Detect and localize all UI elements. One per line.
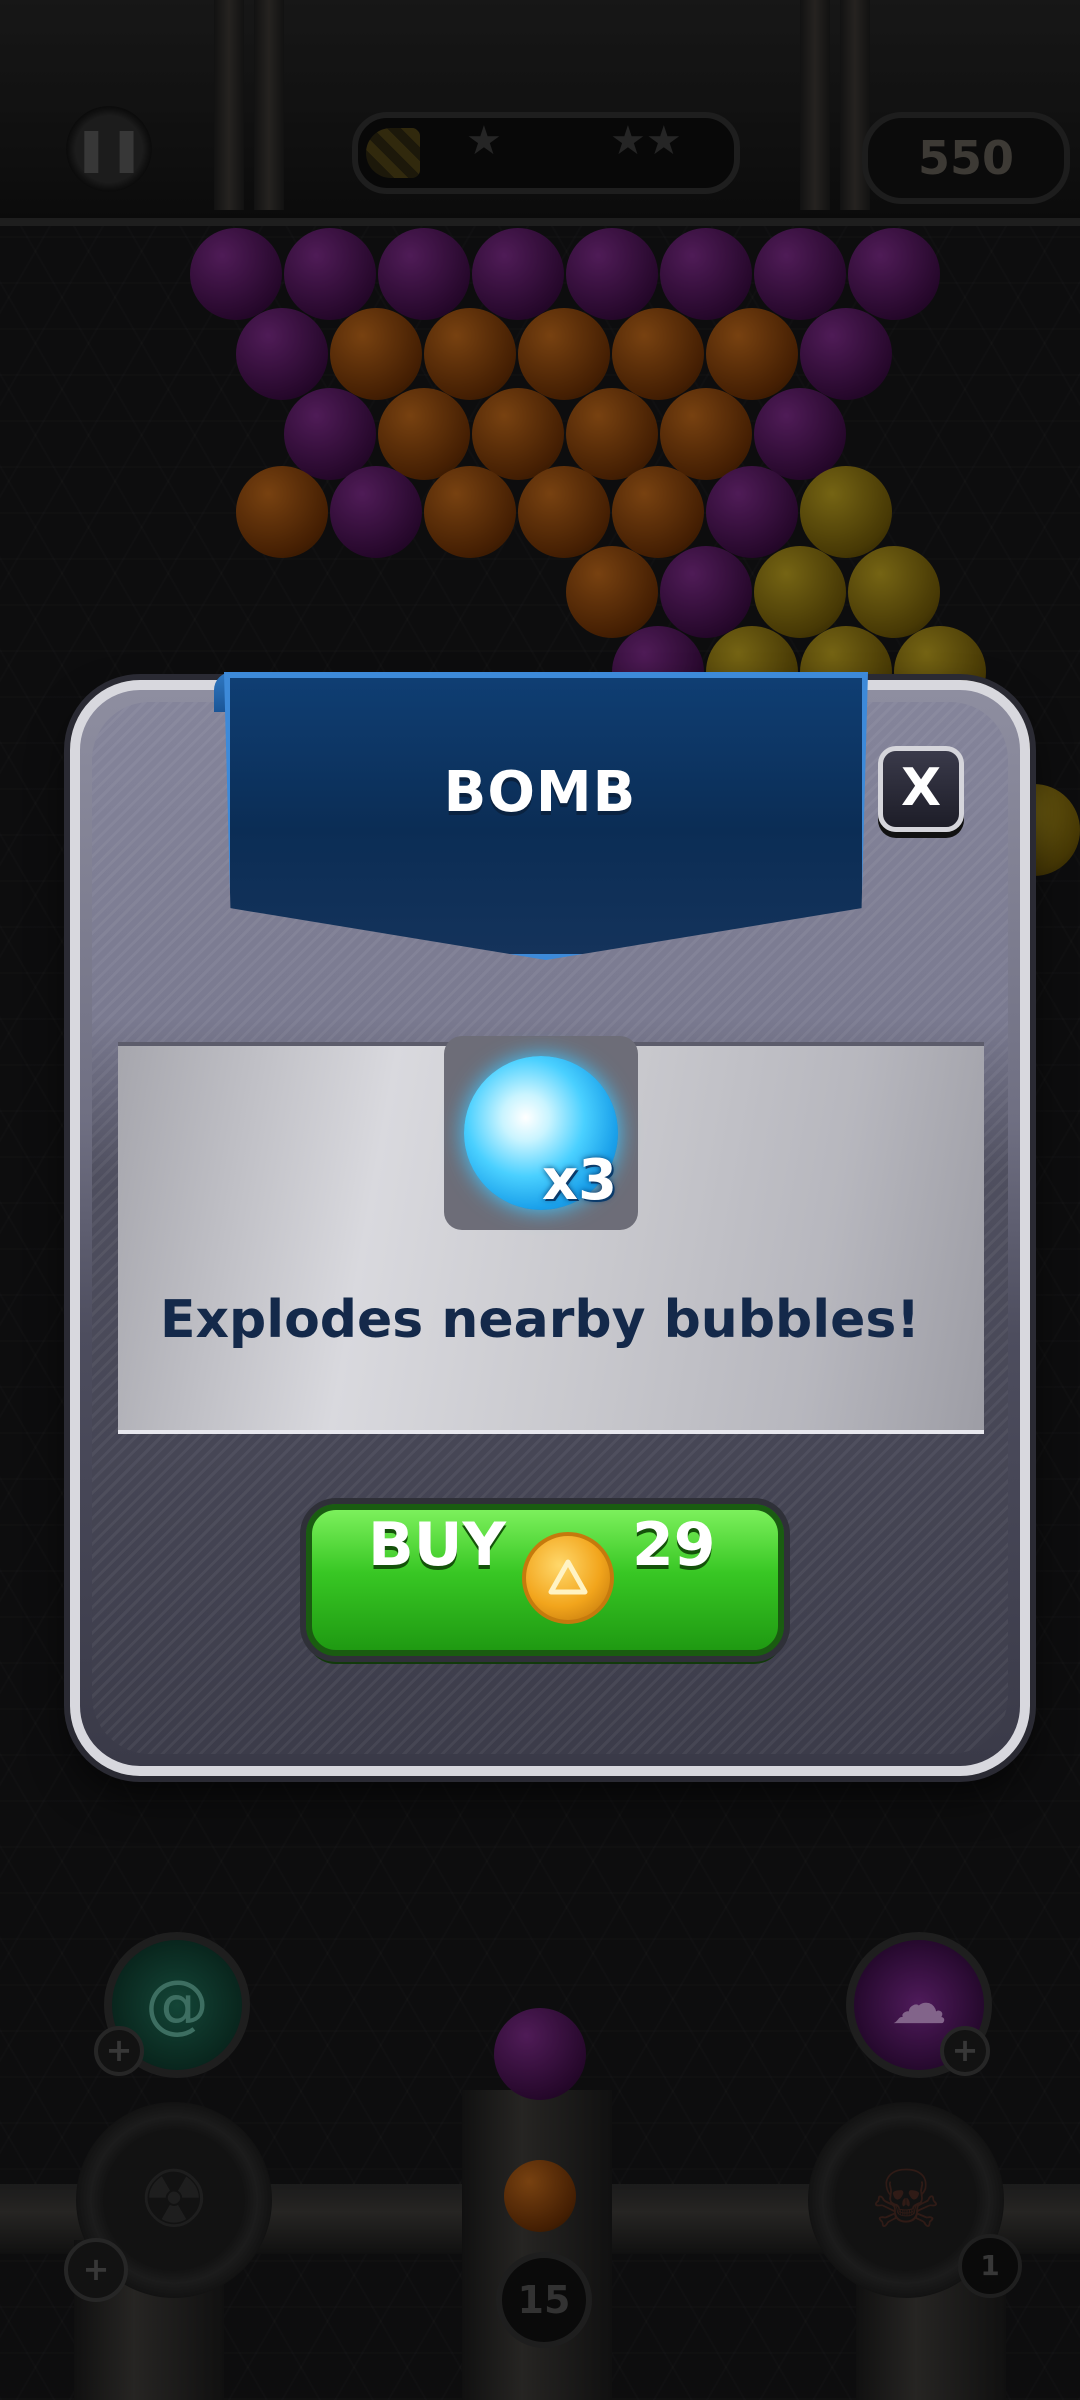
orange-bubble bbox=[518, 466, 610, 558]
add-tank-button[interactable]: + bbox=[64, 2238, 128, 2302]
right-tank-count: 1 bbox=[958, 2234, 1022, 2298]
score-display: 550 bbox=[862, 112, 1070, 204]
purple-bubble bbox=[236, 308, 328, 400]
star-2-icon: ★★ bbox=[610, 118, 682, 164]
add-swirl-button[interactable]: + bbox=[94, 2026, 144, 2076]
orange-bubble bbox=[612, 308, 704, 400]
orange-bubble bbox=[706, 308, 798, 400]
orange-bubble bbox=[612, 466, 704, 558]
buy-button[interactable]: BUY 29 bbox=[306, 1504, 784, 1656]
next-bubble bbox=[494, 2008, 586, 2100]
shots-remaining: 15 bbox=[496, 2252, 592, 2348]
star-1-icon: ★ bbox=[466, 118, 502, 164]
coin-symbol-icon bbox=[548, 1559, 588, 1595]
powerup-description: Explodes nearby bubbles! bbox=[159, 1290, 921, 1350]
loaded-bubble bbox=[504, 2160, 576, 2232]
purple-bubble bbox=[754, 388, 846, 480]
yellow-bubble bbox=[800, 466, 892, 558]
orange-bubble bbox=[236, 466, 328, 558]
orange-bubble bbox=[330, 308, 422, 400]
purple-bubble bbox=[660, 228, 752, 320]
orange-bubble bbox=[378, 388, 470, 480]
coin-icon bbox=[522, 1532, 614, 1624]
add-storm-button[interactable]: + bbox=[940, 2026, 990, 2076]
item-quantity: x3 bbox=[542, 1148, 618, 1213]
purple-bubble bbox=[330, 466, 422, 558]
purple-bubble bbox=[284, 228, 376, 320]
orange-bubble bbox=[518, 308, 610, 400]
purple-bubble bbox=[660, 546, 752, 638]
pause-icon: ❚❚ bbox=[73, 124, 145, 173]
yellow-bubble bbox=[754, 546, 846, 638]
purple-bubble bbox=[848, 228, 940, 320]
orange-bubble bbox=[424, 308, 516, 400]
purple-bubble bbox=[284, 388, 376, 480]
purple-bubble bbox=[472, 228, 564, 320]
close-icon: X bbox=[900, 758, 942, 818]
purple-bubble bbox=[566, 228, 658, 320]
purple-bubble bbox=[378, 228, 470, 320]
orange-bubble bbox=[566, 546, 658, 638]
purple-bubble bbox=[754, 228, 846, 320]
orange-bubble bbox=[660, 388, 752, 480]
yellow-bubble bbox=[848, 546, 940, 638]
close-button[interactable]: X bbox=[878, 746, 964, 832]
hud-pillar bbox=[254, 0, 284, 210]
orange-bubble bbox=[424, 466, 516, 558]
price: 29 bbox=[632, 1510, 716, 1580]
cannon-pipe bbox=[462, 2090, 612, 2400]
buy-label: BUY bbox=[368, 1510, 506, 1580]
pause-button[interactable]: ❚❚ bbox=[66, 106, 152, 192]
hud-pillar bbox=[800, 0, 830, 210]
purple-bubble bbox=[800, 308, 892, 400]
orange-bubble bbox=[566, 388, 658, 480]
hud-pillar bbox=[214, 0, 244, 210]
dialog-title: BOMB bbox=[443, 760, 637, 825]
game-screen: ❚❚ ★ ★★ 550 @ + ☁ + ☢ + ☠ 1 15 BOMB X x3… bbox=[0, 0, 1080, 2400]
top-hud: ❚❚ ★ ★★ 550 bbox=[0, 0, 1080, 226]
star-progress-bar bbox=[352, 112, 740, 194]
purple-bubble bbox=[706, 466, 798, 558]
powerup-item-tile: x3 bbox=[444, 1036, 638, 1230]
purple-bubble bbox=[190, 228, 282, 320]
orange-bubble bbox=[472, 388, 564, 480]
star-progress-fill bbox=[366, 128, 420, 178]
